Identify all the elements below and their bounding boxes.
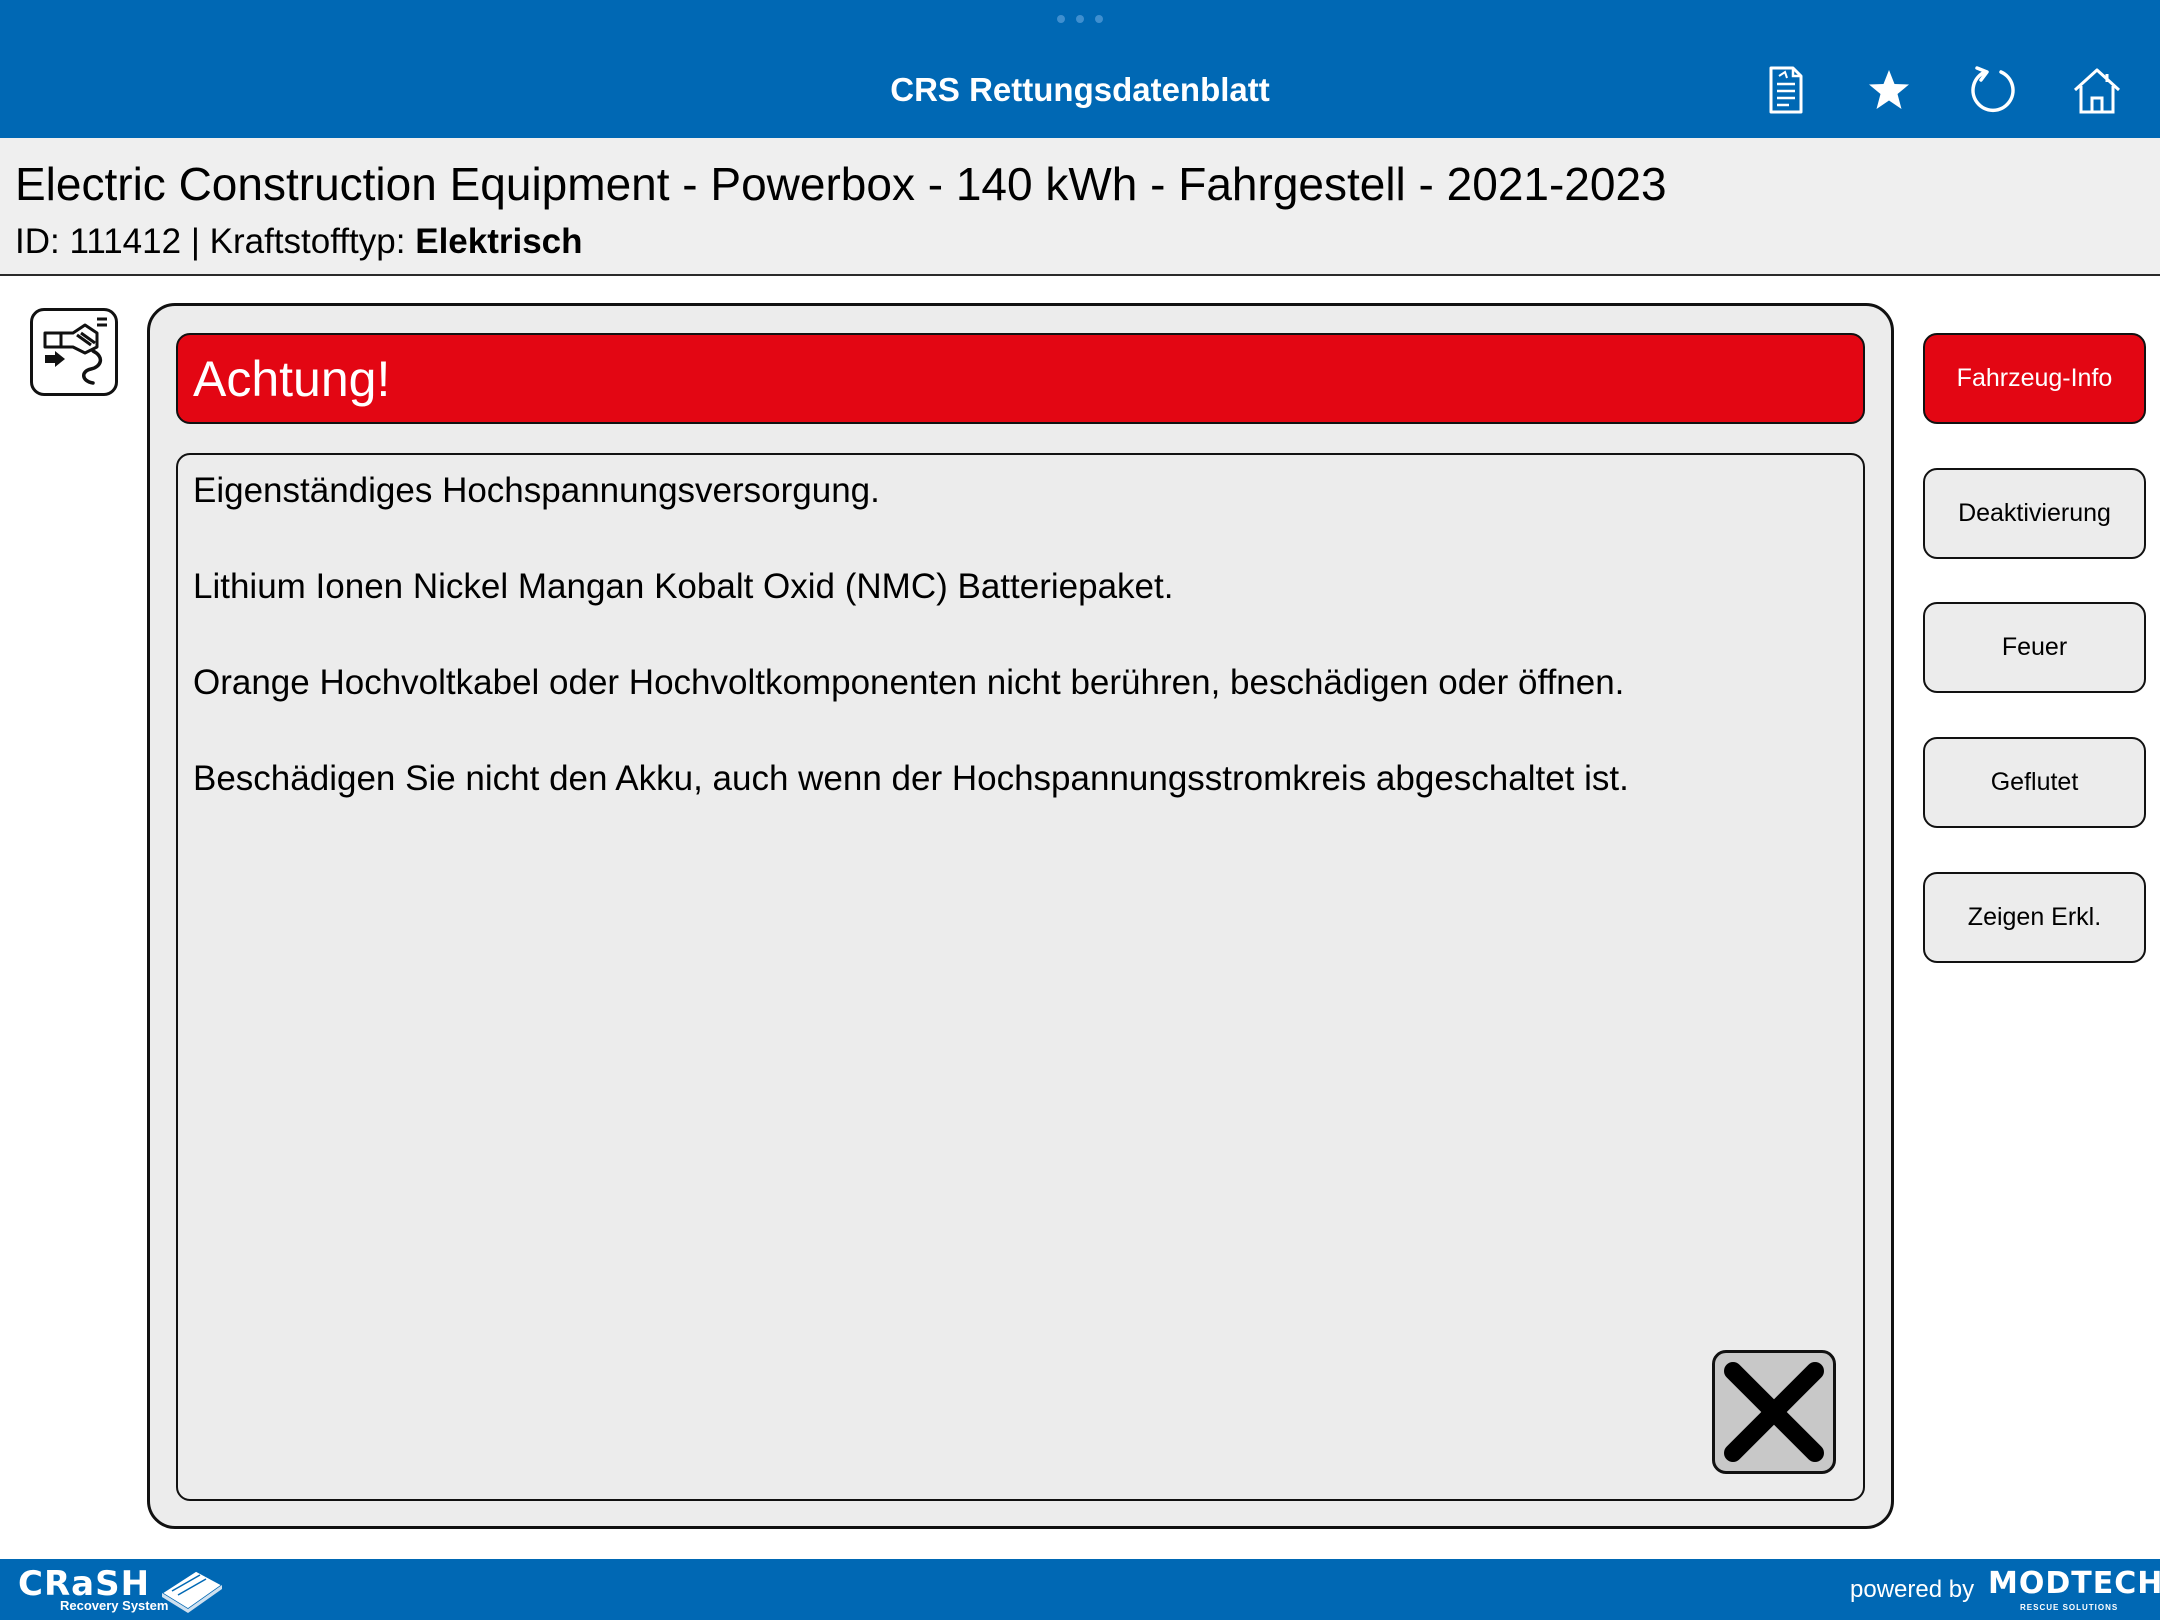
tab-feuer[interactable]: Feuer [1923, 602, 2146, 693]
id-value: 111412 [69, 222, 182, 261]
tab-deaktivierung[interactable]: Deaktivierung [1923, 468, 2146, 559]
fuel-label: Kraftstofftyp: [209, 222, 406, 261]
fuel-value: Elektrisch [415, 222, 583, 261]
logo-word: CRaSH [18, 1564, 151, 1604]
tab-fahrzeug-info[interactable]: Fahrzeug-Info [1923, 333, 2146, 424]
crash-recovery-logo: CRaSH Recovery System [16, 1565, 226, 1615]
alert-line: Beschädigen Sie nicht den Akku, auch wen… [193, 759, 1629, 798]
alert-banner: Achtung! [176, 333, 1865, 424]
close-icon [1724, 1362, 1824, 1462]
refresh-icon[interactable] [1965, 62, 2021, 118]
electric-plug-icon [30, 308, 118, 396]
powered-by-text: powered by [1850, 1576, 1975, 1603]
alert-title: Achtung! [193, 351, 391, 407]
alert-line: Eigenständiges Hochspannungsversorgung. [193, 471, 880, 510]
logo-subtitle: Recovery System [60, 1598, 169, 1613]
tab-geflutet[interactable]: Geflutet [1923, 737, 2146, 828]
window-grab-handle[interactable] [1057, 15, 1103, 23]
alert-text-box: Eigenständiges Hochspannungsversorgung. … [176, 453, 1865, 1501]
app-title: CRS Rettungsdatenblatt [890, 71, 1270, 108]
home-icon[interactable] [2069, 62, 2125, 118]
tab-zeigen-erkl[interactable]: Zeigen Erkl. [1923, 872, 2146, 963]
vehicle-meta: ID: 111412 | Kraftstofftyp: Elektrisch [15, 220, 583, 264]
document-icon[interactable] [1757, 62, 1813, 118]
close-button[interactable] [1712, 1350, 1836, 1474]
vehicle-title: Electric Construction Equipment - Powerb… [15, 158, 1667, 210]
meta-separator: | [190, 222, 200, 261]
vehicle-header: Electric Construction Equipment - Powerb… [0, 138, 2160, 276]
modtech-logo: MODTECH [1988, 1566, 2160, 1601]
top-bar: CRS Rettungsdatenblatt [0, 0, 2160, 138]
modtech-tagline: RESCUE SOLUTIONS [2020, 1603, 2119, 1612]
id-label: ID: [15, 222, 60, 261]
footer-bar: CRaSH Recovery System powered by MODTECH… [0, 1559, 2160, 1620]
star-icon[interactable] [1861, 62, 1917, 118]
alert-line: Lithium Ionen Nickel Mangan Kobalt Oxid … [193, 567, 1174, 606]
card-stack-icon [160, 1570, 224, 1613]
alert-line: Orange Hochvoltkabel oder Hochvoltkompon… [193, 663, 1625, 702]
